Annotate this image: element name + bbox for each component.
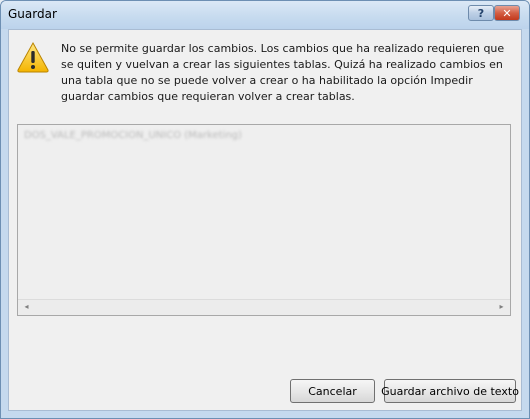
dialog-title: Guardar [8, 7, 57, 21]
scroll-right-icon[interactable]: ▸ [496, 302, 507, 312]
dialog-content: No se permite guardar los cambios. Los c… [8, 29, 522, 411]
close-icon: ✕ [502, 6, 512, 20]
warning-message: No se permite guardar los cambios. Los c… [61, 42, 505, 103]
cancel-button[interactable]: Cancelar [290, 379, 375, 403]
list-item[interactable]: DOS_VALE_PROMOCION_UNICO (Marketing) [24, 130, 242, 141]
help-button[interactable]: ? [468, 5, 494, 21]
save-text-file-button[interactable]: Guardar archivo de texto [381, 379, 519, 403]
help-icon: ? [477, 6, 485, 20]
tables-list[interactable]: DOS_VALE_PROMOCION_UNICO (Marketing) ◂ ▸ [17, 124, 511, 316]
horizontal-scrollbar[interactable]: ◂ ▸ [18, 299, 510, 315]
close-button[interactable]: ✕ [494, 5, 520, 21]
save-dialog: Guardar ? ✕ No se permite guardar los ca… [0, 0, 530, 419]
title-bar[interactable]: Guardar ? ✕ [1, 1, 529, 29]
warning-icon [17, 41, 49, 73]
scroll-left-icon[interactable]: ◂ [21, 302, 32, 312]
